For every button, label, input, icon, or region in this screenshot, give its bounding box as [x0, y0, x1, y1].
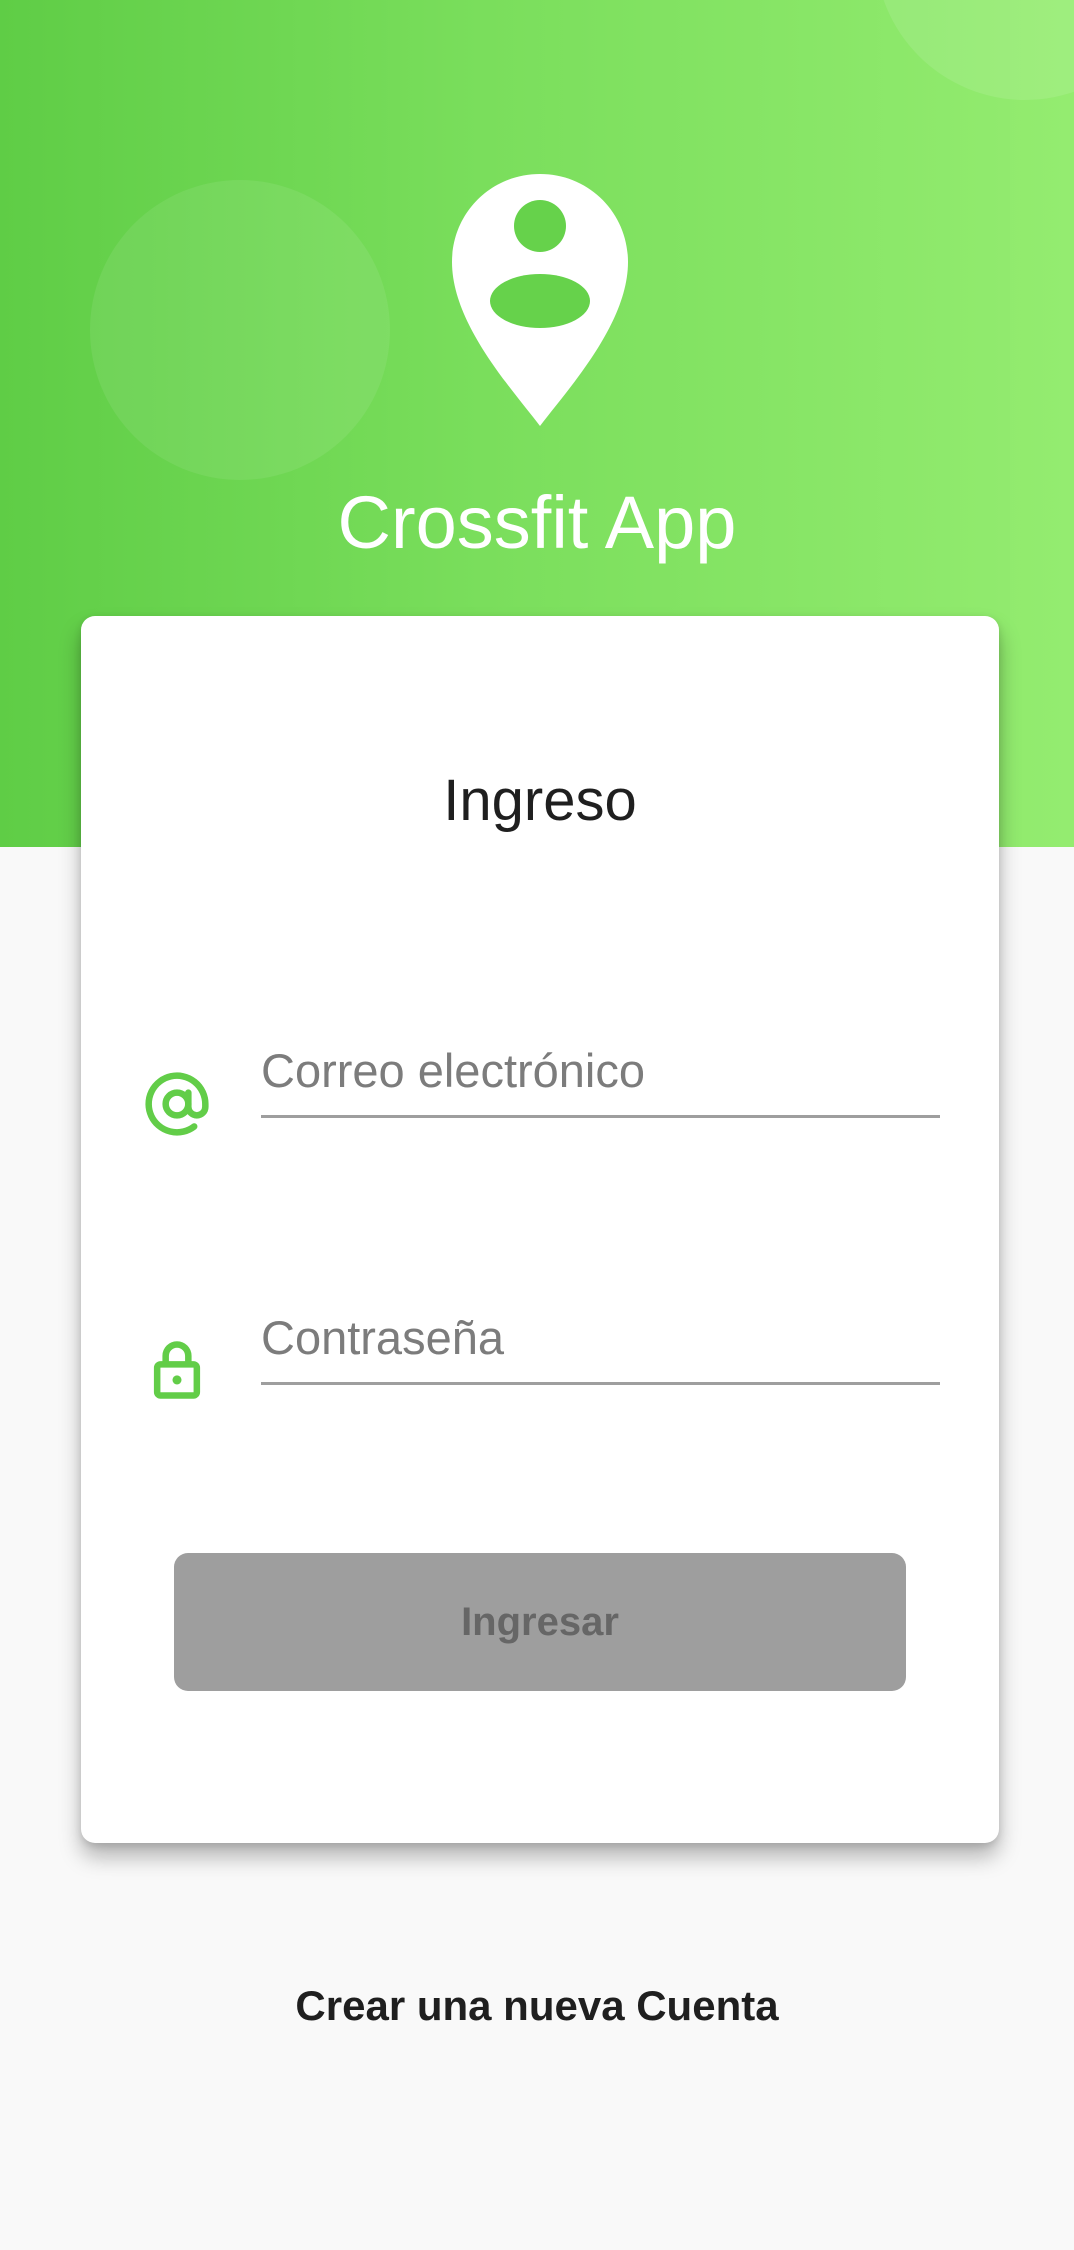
login-button[interactable]: Ingresar	[174, 1553, 906, 1691]
lock-icon	[153, 1341, 201, 1399]
login-card: Ingreso Ingresar	[81, 616, 999, 1843]
decorative-circle	[90, 180, 390, 480]
app-title: Crossfit App	[337, 481, 737, 564]
card-title: Ingreso	[443, 768, 637, 833]
email-input[interactable]	[261, 1026, 940, 1118]
user-location-pin-icon	[452, 174, 628, 426]
login-screen: Crossfit App Ingreso Ingresar Crear una …	[0, 0, 1074, 2250]
decorative-circle	[875, 0, 1074, 100]
password-input[interactable]	[261, 1293, 940, 1385]
at-sign-icon	[145, 1072, 209, 1136]
create-account-link[interactable]: Crear una nueva Cuenta	[0, 1976, 1074, 2036]
